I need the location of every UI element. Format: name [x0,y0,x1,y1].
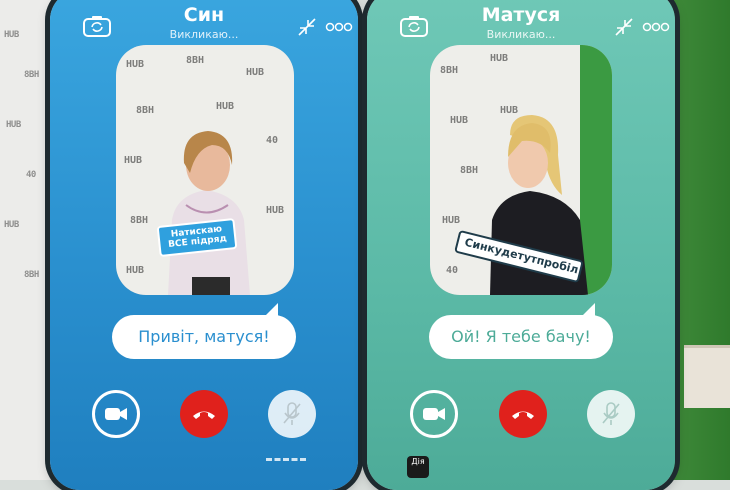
wall-logo: 8ВН [24,270,39,280]
person-son [168,131,250,295]
shrink-icon [298,18,316,36]
hangup-icon [193,411,215,419]
green-wall [670,0,730,480]
message-bubble: Привіт, матуся! [112,303,296,359]
wall-logo: HUB [4,30,19,40]
more-icon [325,22,353,32]
wall-logo: HUB [4,220,19,230]
video-window: HUB 8ВН HUB 8ВН HUB 40 HUB 8ВН HUB HUB [116,45,294,295]
video-icon [423,408,445,420]
phone-cutout-mom: Матуся Викликаю... 8ВН HUB HUB 8ВН HUB 4… [367,0,675,490]
mic-off-icon [283,402,301,425]
video-button[interactable] [92,390,140,438]
wall-logo: HUB [6,120,21,130]
message-bubble: Ой! Я тебе бачу! [429,303,613,359]
dia-badge: Дія [407,456,429,478]
video-icon [105,408,127,420]
desk [684,345,730,408]
bottom-mark [266,458,306,467]
hangup-icon [512,411,534,419]
mic-off-icon [602,402,620,425]
mute-button[interactable] [587,390,635,438]
more-icon [642,22,670,32]
hangup-button[interactable] [180,390,228,438]
video-button[interactable] [410,390,458,438]
mute-button[interactable] [268,390,316,438]
phone-cutout-son: Син Викликаю... HUB 8ВН HUB 8ВН HUB 40 H… [50,0,358,490]
wall-logo: 40 [26,170,36,180]
hangup-button[interactable] [499,390,547,438]
wall-logo: 8ВН [24,70,39,80]
shrink-icon [615,18,633,36]
